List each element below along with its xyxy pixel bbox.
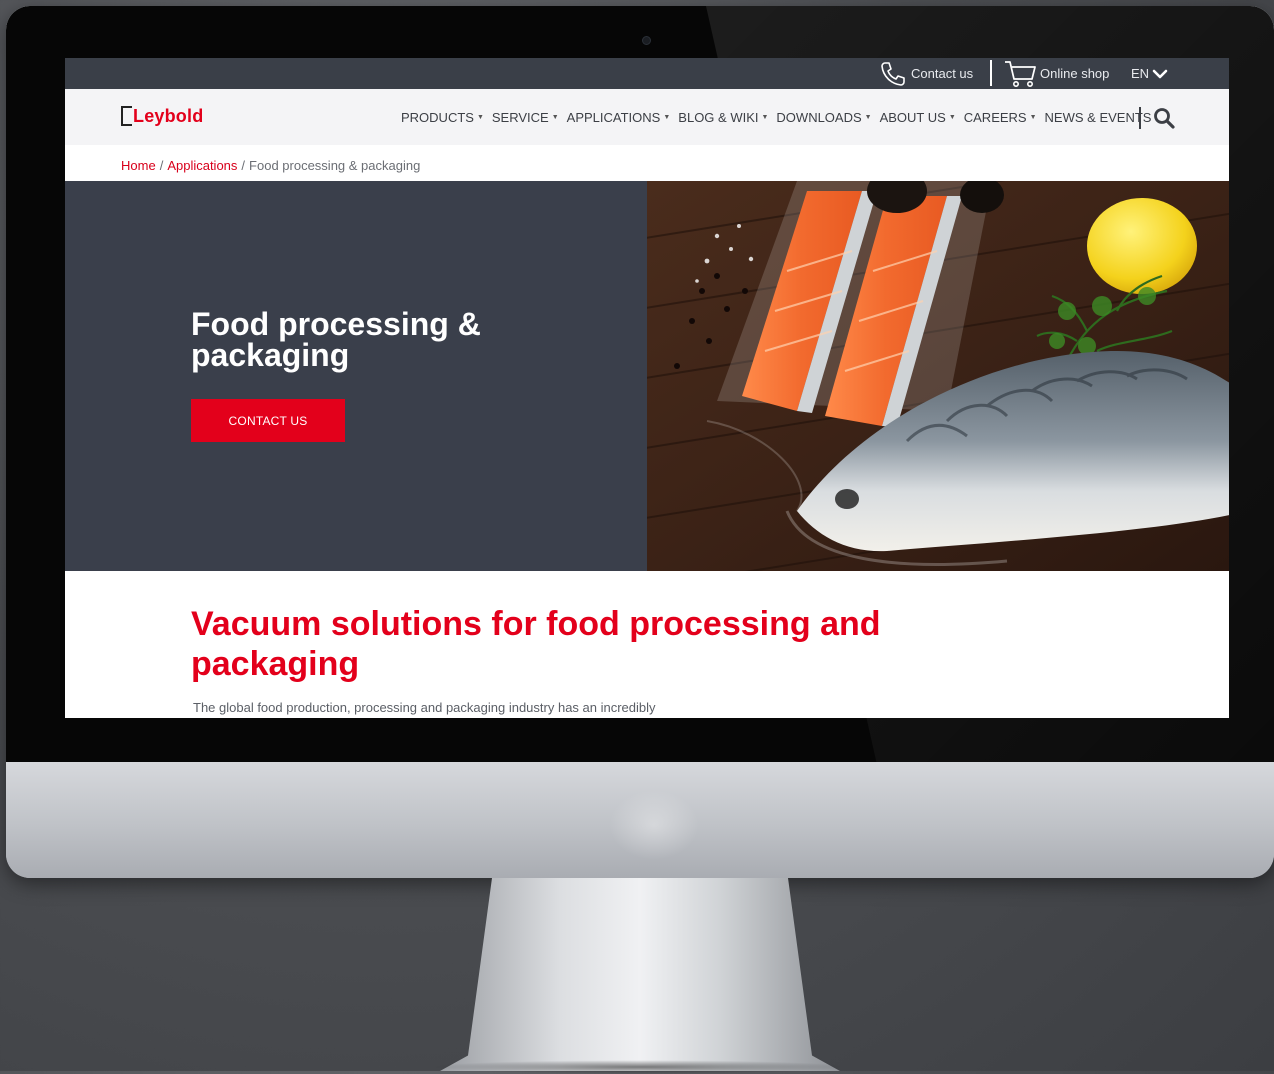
logo-text: Leybold <box>133 105 204 126</box>
monitor: Contact us Online shop EN Leybold PRODUC… <box>6 6 1274 878</box>
cart-icon <box>1005 60 1036 87</box>
section-intro-text: The global food production, processing a… <box>193 700 656 715</box>
nav-blog-label: BLOG & WIKI <box>678 109 759 125</box>
nav-news-label: NEWS & EVENTS <box>1044 109 1152 125</box>
nav-products-label: PRODUCTS <box>401 109 474 125</box>
breadcrumb-current: Food processing & packaging <box>249 158 421 173</box>
section-heading: Vacuum solutions for food processing and… <box>191 605 881 683</box>
contact-us-button[interactable]: CONTACT US <box>191 399 345 442</box>
hero-title: Food processing & packaging <box>191 306 481 373</box>
monitor-stand <box>440 878 840 1071</box>
fish-photo-illustration <box>647 181 1229 571</box>
breadcrumb: Home / Applications / Food processing & … <box>121 158 420 173</box>
breadcrumb-separator: / <box>241 158 246 173</box>
nav-about-label: ABOUT US <box>879 109 946 125</box>
hero-image-vacuum-packed-fish <box>647 181 1229 571</box>
nav-blog-wiki[interactable]: BLOG & WIKI ▼ <box>678 110 768 125</box>
browser-screen: Contact us Online shop EN Leybold PRODUC… <box>65 58 1229 718</box>
language-selector[interactable]: EN <box>1131 58 1168 89</box>
nav-applications-label: APPLICATIONS <box>566 109 661 125</box>
nav-news-events[interactable]: NEWS & EVENTS <box>1045 110 1152 125</box>
contact-link[interactable]: Contact us <box>879 58 973 89</box>
search-icon[interactable] <box>1153 107 1175 129</box>
caret-down-icon: ▼ <box>948 113 956 121</box>
primary-nav: PRODUCTS ▼ SERVICE ▼ APPLICATIONS ▼ BLOG & … <box>401 89 1159 145</box>
breadcrumb-applications[interactable]: Applications <box>167 158 237 173</box>
online-shop-label: Online shop <box>1040 66 1110 81</box>
apple-logo-icon <box>609 790 699 860</box>
main-navbar: Leybold PRODUCTS ▼ SERVICE ▼ APPLICATIONS ▼… <box>65 89 1229 145</box>
stand-shadow <box>430 1060 850 1074</box>
caret-down-icon: ▼ <box>864 113 872 121</box>
nav-service-label: SERVICE <box>491 109 549 125</box>
online-shop-link[interactable]: Online shop <box>1004 58 1109 89</box>
hero-panel: Food processing & packaging CONTACT US <box>65 181 647 571</box>
webcam-icon <box>642 36 651 45</box>
nav-about-us[interactable]: ABOUT US ▼ <box>880 110 956 125</box>
logo-bracket-icon <box>121 106 132 126</box>
nav-careers[interactable]: CAREERS ▼ <box>964 110 1037 125</box>
caret-down-icon: ▼ <box>551 113 559 121</box>
breadcrumb-separator: / <box>159 158 164 173</box>
nav-downloads-label: DOWNLOADS <box>776 109 862 125</box>
breadcrumb-home[interactable]: Home <box>121 158 156 173</box>
nav-divider <box>1139 107 1141 129</box>
caret-down-icon: ▼ <box>761 113 769 121</box>
contact-link-label: Contact us <box>911 66 974 81</box>
utility-bar: Contact us Online shop EN <box>65 58 1229 89</box>
leybold-logo[interactable]: Leybold <box>121 103 203 129</box>
language-label: EN <box>1131 66 1150 81</box>
caret-down-icon: ▼ <box>663 113 671 121</box>
monitor-chin <box>6 762 1274 878</box>
nav-careers-label: CAREERS <box>963 109 1027 125</box>
utility-divider <box>990 60 992 86</box>
caret-down-icon: ▼ <box>1029 113 1037 121</box>
nav-service[interactable]: SERVICE ▼ <box>492 110 559 125</box>
nav-downloads[interactable]: DOWNLOADS ▼ <box>776 110 871 125</box>
caret-down-icon: ▼ <box>476 113 484 121</box>
nav-applications[interactable]: APPLICATIONS ▼ <box>567 110 671 125</box>
nav-products[interactable]: PRODUCTS ▼ <box>401 110 484 125</box>
phone-icon <box>881 61 905 86</box>
chevron-down-icon <box>1152 69 1168 78</box>
